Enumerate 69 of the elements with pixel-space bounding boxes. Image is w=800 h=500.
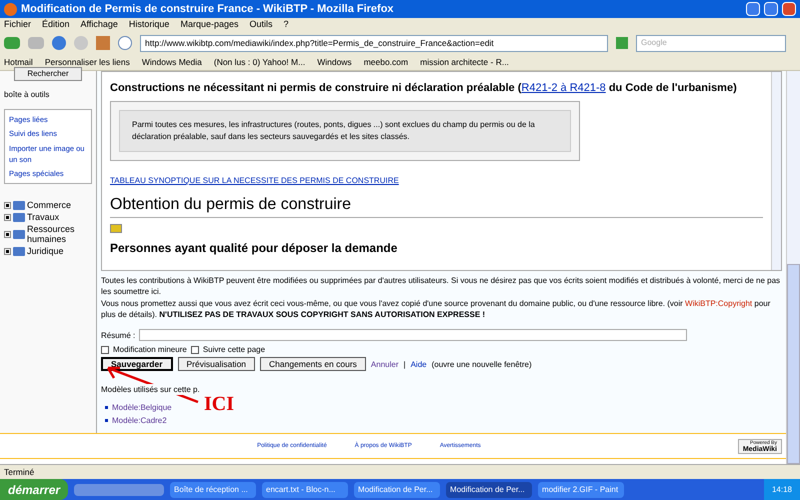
menu-item[interactable]: Historique [128,18,170,32]
close-button[interactable] [782,2,796,16]
url-text: http://www.wikibtp.com/mediawiki/index.php?title=Permis_de_construire_France&action=edit [145,36,494,50]
expand-toggle[interactable] [4,230,11,238]
bookmark-link[interactable]: mission architecte - R... [420,56,509,69]
subsection-heading: Personnes ayant qualité pour déposer la demande [110,240,398,257]
category-link[interactable]: Ressources humaines [27,224,87,244]
bookmark-link[interactable]: Windows [317,56,352,69]
maximize-button[interactable] [764,2,778,16]
window-title: Modification de Permis de construire France - WikiBTP - Mozilla Firefox [21,2,395,17]
category-link[interactable]: Travaux [27,212,87,222]
copyright-notice: Vous nous promettez aussi que vous avez écrit ceci vous-même, ou que vous l'avez copié d'une source provenant du domaine public, ou d'une ressource libre. (voir WikiBTP:Copyright pour plus de détails). N'UTILISEZ PAS DE TRAVAUX SOUS COPYRIGHT SANS AUTORISATION EXPRESSE ! [101,298,772,320]
copyright-link[interactable]: WikiBTP:Copyright [685,299,752,308]
menu-item[interactable]: Édition [42,18,70,32]
synoptic-table-link[interactable]: TABLEAU SYNOPTIQUE SUR LA NECESSITE DES PERMIS DE CONSTRUIRE [110,175,763,187]
note-box: Parmi toutes ces mesures, les infrastructures (routes, ponts, digues ...) sont exclues du champ du permis ou de la déclaration préalable, sauf dans les secteurs sauvegardés et les sites classés. [119,110,571,152]
annotation-text: ICI [204,394,234,414]
toolbox-title: boîte à outils [4,89,50,101]
minimize-button[interactable] [746,2,760,16]
bookmark-link[interactable]: (Non lus : 0) Yahoo! M... [214,56,306,69]
form-button[interactable]: Sauvegarder [101,357,172,371]
templates-title: Modèles utilisés sur cette p. [101,384,200,395]
taskbar-button[interactable]: Modification de Per... [446,482,532,498]
checkbox-label: Modification mineure [113,344,187,355]
form-button[interactable]: Prévisualisation [178,357,256,371]
template-link[interactable]: Modèle:Belgique [112,402,172,413]
expand-toggle[interactable] [4,202,11,209]
menu-item[interactable]: ? [284,18,289,32]
category-link[interactable]: Commerce [27,200,87,210]
section-heading: Constructions ne nécessitant ni permis de construire ni déclaration préalable (R421-2 à R421-8 du Code de l'urbanisme) [110,81,738,95]
summary-field[interactable] [139,329,688,341]
bookmark-link[interactable]: Personnaliser les liens [44,56,130,69]
help-note: (ouvre une nouvelle fenêtre) [432,358,532,370]
license-notice: Toutes les contributions à WikiBTP peuvent être modifiées ou supprimées par d'autres utilisateurs. Si vous ne désirez pas que vos écrits soient modifiés et distribués à volonté, merci de ne pas les soumettre ici. [101,275,782,297]
category-link[interactable]: Juridique [27,246,87,256]
menu-item[interactable]: Outils [250,18,273,32]
bookmark-link[interactable]: Windows Media [142,56,202,69]
expand-toggle[interactable] [4,248,11,255]
taskbar-button[interactable]: Boîte de réception ... [170,482,256,498]
status-text: Terminé [4,466,34,478]
bookmark-link[interactable]: Hotmail [4,56,33,69]
taskbar-button[interactable]: modifier 2.GIF - Paint [538,482,624,498]
menu-item[interactable]: Marque-pages [180,18,238,32]
form-button[interactable]: Changements en cours [260,357,366,371]
clock-text: 14:18 [772,484,792,496]
summary-label: Résumé : [101,330,136,340]
browser-icon [4,2,17,16]
bookmark-link[interactable]: meebo.com [364,56,408,69]
taskbar-button[interactable]: Modification de Per... [354,482,440,498]
article-link[interactable]: R421-2 à R421-8 [521,82,606,94]
expand-toggle[interactable] [4,214,11,221]
checkbox[interactable] [101,346,109,354]
help-link[interactable]: Aide [410,358,427,370]
edit-textarea[interactable] [101,71,782,271]
separator-text: | [404,358,406,370]
start-button[interactable]: démarrer [0,479,68,500]
checkbox-label: Suivre cette page [202,344,266,355]
taskbar-button[interactable]: encart.txt - Bloc-n... [262,482,348,498]
template-link[interactable]: Modèle:Cadre2 [112,415,167,426]
checkbox[interactable] [190,346,199,354]
address-field[interactable]: http://www.wikibtp.com/mediawiki/index.php?title=Permis_de_construire_France&action=edit [140,34,608,52]
cancel-link[interactable]: Annuler [370,358,398,370]
section-heading: Obtention du permis de construire [110,193,763,218]
search-button[interactable]: Rechercher [14,67,82,81]
menu-item[interactable]: Affichage [80,18,118,32]
template-icon [110,224,122,233]
menu-item[interactable]: Fichier [4,18,32,32]
bullet-icon [105,419,108,422]
bullet-icon [105,406,108,409]
